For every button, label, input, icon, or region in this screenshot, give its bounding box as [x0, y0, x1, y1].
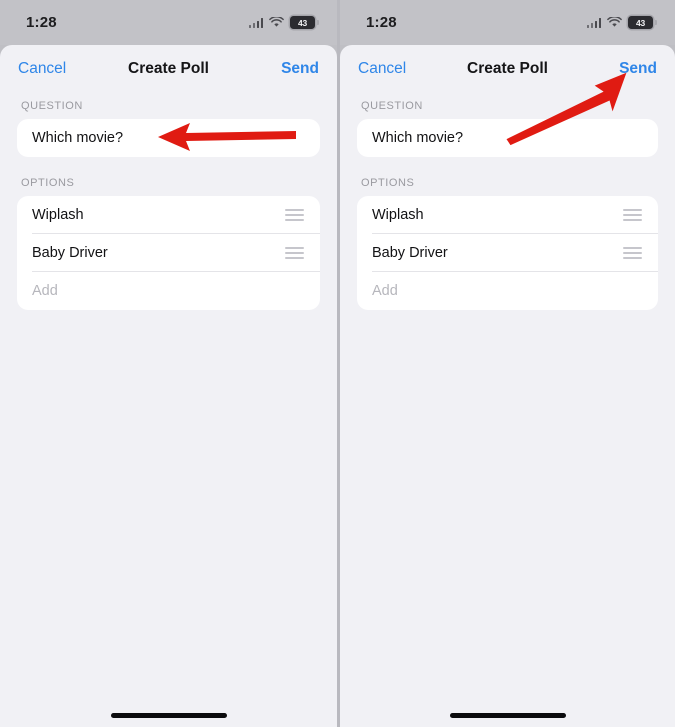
battery-icon: 43	[628, 16, 657, 29]
status-bar-clock: 1:28	[26, 14, 57, 31]
create-poll-sheet-right: Cancel Create Poll Send QUESTION Which m…	[340, 45, 675, 727]
battery-icon: 43	[290, 16, 319, 29]
wifi-icon	[269, 17, 284, 28]
reorder-handle-icon[interactable]	[623, 209, 642, 221]
status-bar-left: 1:28 43	[0, 0, 337, 45]
option-value: Baby Driver	[372, 245, 448, 261]
battery-level-label: 43	[635, 17, 646, 28]
option-row[interactable]: Baby Driver	[17, 234, 320, 272]
cancel-button[interactable]: Cancel	[358, 60, 406, 78]
question-value: Which movie?	[32, 130, 124, 146]
option-row[interactable]: Baby Driver	[357, 234, 658, 272]
reorder-handle-icon[interactable]	[285, 247, 304, 259]
option-row[interactable]: Wiplash	[357, 196, 658, 234]
add-option-field[interactable]: Add	[357, 272, 658, 310]
create-poll-sheet-left: Cancel Create Poll Send QUESTION Which m…	[0, 45, 337, 727]
cellular-signal-icon	[586, 17, 601, 28]
option-row[interactable]: Wiplash	[17, 196, 320, 234]
options-card: Wiplash Baby Driver Add	[357, 196, 658, 310]
question-card: Which movie?	[357, 119, 658, 157]
add-option-placeholder: Add	[372, 283, 398, 299]
cellular-signal-icon	[248, 17, 263, 28]
option-value: Wiplash	[372, 207, 424, 223]
question-section-label: QUESTION	[361, 100, 423, 112]
options-section-label: OPTIONS	[361, 177, 415, 189]
reorder-handle-icon[interactable]	[285, 209, 304, 221]
cancel-button[interactable]: Cancel	[18, 60, 66, 78]
option-value: Wiplash	[32, 207, 84, 223]
status-bar-indicators: 43	[248, 16, 319, 29]
reorder-handle-icon[interactable]	[623, 247, 642, 259]
option-value: Baby Driver	[32, 245, 108, 261]
phone-screen-right: 1:28 43 Cancel Create Poll Send QUESTION…	[337, 0, 675, 727]
sheet-navbar-left: Cancel Create Poll Send	[0, 45, 337, 92]
wifi-icon	[607, 17, 622, 28]
battery-level-label: 43	[297, 17, 308, 28]
home-indicator	[110, 713, 227, 718]
question-field[interactable]: Which movie?	[17, 119, 320, 157]
question-card: Which movie?	[17, 119, 320, 157]
screenshot-stage: 1:28 43 Cancel Create Poll Send QUESTION…	[0, 0, 675, 727]
options-section-label: OPTIONS	[21, 177, 75, 189]
phone-screen-left: 1:28 43 Cancel Create Poll Send QUESTION…	[0, 0, 337, 727]
home-indicator	[449, 713, 566, 718]
add-option-placeholder: Add	[32, 283, 58, 299]
question-value: Which movie?	[372, 130, 464, 146]
send-button[interactable]: Send	[619, 60, 657, 78]
options-card: Wiplash Baby Driver Add	[17, 196, 320, 310]
send-button[interactable]: Send	[281, 60, 319, 78]
question-section-label: QUESTION	[21, 100, 83, 112]
status-bar-clock: 1:28	[366, 14, 397, 31]
status-bar-indicators: 43	[586, 16, 657, 29]
add-option-field[interactable]: Add	[17, 272, 320, 310]
question-field[interactable]: Which movie?	[357, 119, 658, 157]
sheet-navbar-right: Cancel Create Poll Send	[340, 45, 675, 92]
status-bar-right: 1:28 43	[340, 0, 675, 45]
